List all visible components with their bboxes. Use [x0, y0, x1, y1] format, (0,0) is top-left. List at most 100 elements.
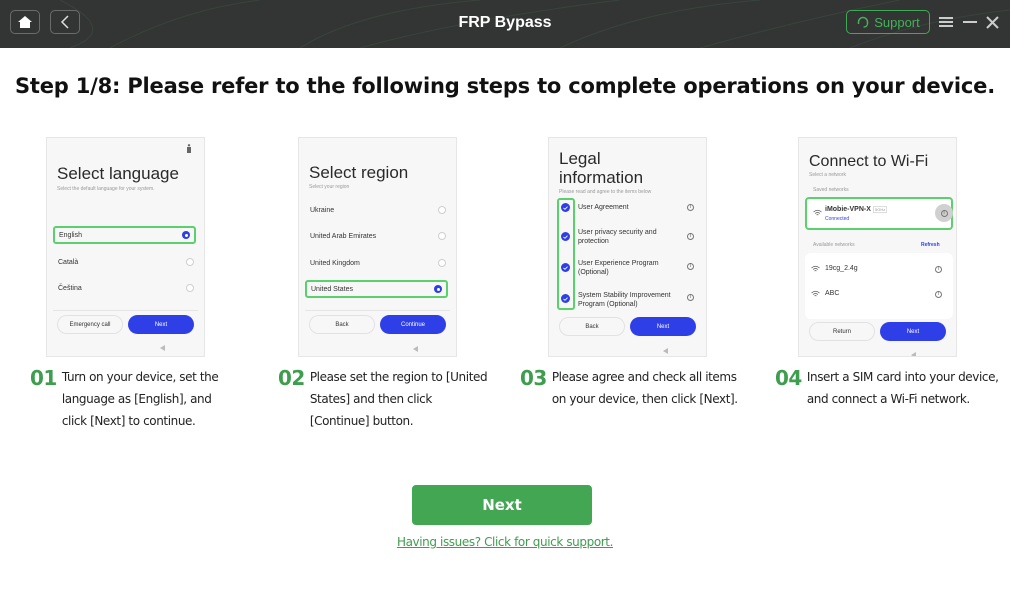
step-3: 03 Please agree and check all items on y…: [520, 366, 745, 410]
radio-icon: [438, 232, 446, 240]
option-label: United States: [311, 285, 354, 293]
wifi-icon: [813, 209, 822, 216]
region-option-us: United States: [305, 280, 448, 298]
support-button[interactable]: Support: [846, 10, 930, 34]
nav-back-icon: [911, 352, 916, 356]
title-bar: FRP Bypass Support: [0, 0, 1010, 48]
phone-next-button: Next: [630, 317, 696, 336]
legal-item-label: System Stability Improvement Program (Opt…: [578, 291, 671, 309]
nav-back-icon: [413, 346, 418, 352]
info-icon: i: [935, 291, 942, 298]
phone-screenshot-language: Select language Select the default langu…: [46, 137, 205, 357]
info-icon: i: [687, 233, 694, 240]
language-option-catala: Català: [57, 253, 194, 271]
support-label: Support: [874, 14, 920, 30]
checked-icon: [561, 263, 570, 272]
checked-icon: [561, 232, 570, 241]
region-option-uk: United Kingdom: [309, 254, 446, 272]
phone-return-button: Return: [809, 322, 875, 341]
radio-icon: [438, 259, 446, 267]
info-icon: i: [687, 263, 694, 270]
phone-emergency-call-button: Emergency call: [57, 315, 123, 334]
network-details-button: i: [935, 204, 953, 222]
legal-item-label: User Experience Program (Optional): [578, 259, 659, 277]
wifi-icon: [811, 290, 820, 297]
info-icon: i: [687, 294, 694, 301]
option-label: English: [59, 231, 82, 239]
option-label: Català: [58, 258, 79, 266]
step-4: 04 Insert a SIM card into your device, a…: [775, 366, 1000, 410]
chevron-left-icon: [60, 15, 69, 29]
phone-subtitle: Select your region: [309, 184, 350, 190]
back-button[interactable]: [50, 10, 80, 34]
phone-title: Select language: [57, 164, 179, 183]
label-line: User Experience Program: [578, 260, 659, 267]
saved-network-card: iMobie-VPN-X 5GHz Connected i: [805, 197, 953, 230]
label-line: Program (Optional): [578, 301, 638, 308]
phone-back-button: Back: [309, 315, 375, 334]
menu-button[interactable]: [936, 12, 956, 32]
refresh-label: Refresh: [921, 242, 940, 248]
home-button[interactable]: [10, 10, 40, 34]
divider: [53, 310, 198, 311]
step-2: 02 Please set the region to [United Stat…: [278, 366, 488, 432]
step-text: Insert a SIM card into your device, and …: [806, 370, 999, 406]
option-label: Ukraine: [310, 206, 335, 214]
option-label: Čeština: [58, 284, 82, 292]
checked-icon: [561, 294, 570, 303]
home-icon: [18, 16, 32, 28]
step-number: 01: [30, 366, 57, 390]
wifi-icon: [811, 265, 820, 272]
phone-screenshot-region: Select region Select your region Ukraine…: [298, 137, 457, 357]
phone-title: Connect to Wi-Fi: [809, 153, 929, 170]
band-badge: 5GHz: [873, 206, 888, 213]
phone-subtitle: Select a network: [809, 172, 846, 178]
radio-selected-icon: [434, 285, 442, 293]
step-number: 04: [775, 366, 802, 390]
region-option-ukraine: Ukraine: [309, 201, 446, 219]
option-label: United Kingdom: [310, 259, 360, 267]
next-button[interactable]: Next: [412, 485, 592, 525]
nav-back-icon: [160, 345, 165, 351]
legal-item-label: User privacy security and protection: [578, 228, 657, 246]
phone-next-button: Next: [880, 322, 946, 341]
info-icon: i: [935, 266, 942, 273]
quick-support-link[interactable]: Having issues? Click for quick support.: [0, 535, 1010, 549]
step-number: 03: [520, 366, 547, 390]
phone-back-button: Back: [559, 317, 625, 336]
info-icon: i: [687, 204, 694, 211]
divider: [305, 310, 450, 311]
step-text: Please agree and check all items on your…: [551, 370, 738, 406]
radio-icon: [438, 206, 446, 214]
step-1: 01 Turn on your device, set the language…: [30, 366, 235, 432]
label-line: (Optional): [578, 269, 609, 276]
minimize-button[interactable]: [960, 12, 980, 32]
saved-network-name: iMobie-VPN-X: [825, 206, 871, 213]
phone-screenshot-wifi: Connect to Wi-Fi Select a network Saved …: [798, 137, 957, 357]
step-number: 02: [278, 366, 305, 390]
legal-item-label: User Agreement: [578, 204, 629, 211]
checked-icon: [561, 203, 570, 212]
label-line: protection: [578, 238, 609, 245]
label-line: User privacy security and: [578, 229, 657, 236]
phone-continue-button: Continue: [380, 315, 446, 334]
radio-icon: [186, 258, 194, 266]
phone-subtitle: Please read and agree to the items below: [559, 189, 652, 195]
network-name: ABC: [825, 290, 840, 297]
option-label: United Arab Emirates: [310, 232, 377, 240]
nav-back-icon: [663, 348, 668, 354]
close-button[interactable]: [982, 12, 1002, 32]
region-option-uae: United Arab Emirates: [309, 227, 446, 245]
accessibility-icon: [187, 144, 191, 153]
phone-next-button: Next: [128, 315, 194, 334]
step-text: Turn on your device, set the language as…: [61, 370, 219, 428]
connection-status: Connected: [825, 216, 850, 222]
available-networks-label: Available networks: [813, 242, 855, 248]
language-option-english: English: [53, 226, 196, 244]
page-heading: Step 1/8: Please refer to the following …: [15, 74, 995, 98]
phone-title: Select region: [309, 163, 409, 182]
phone-title: Legal: [559, 149, 601, 168]
hamburger-menu-icon: [939, 17, 953, 27]
available-networks-list: 19cg_2.4g i ABC i: [805, 253, 953, 319]
network-name: 19cg_2.4g: [825, 265, 858, 272]
